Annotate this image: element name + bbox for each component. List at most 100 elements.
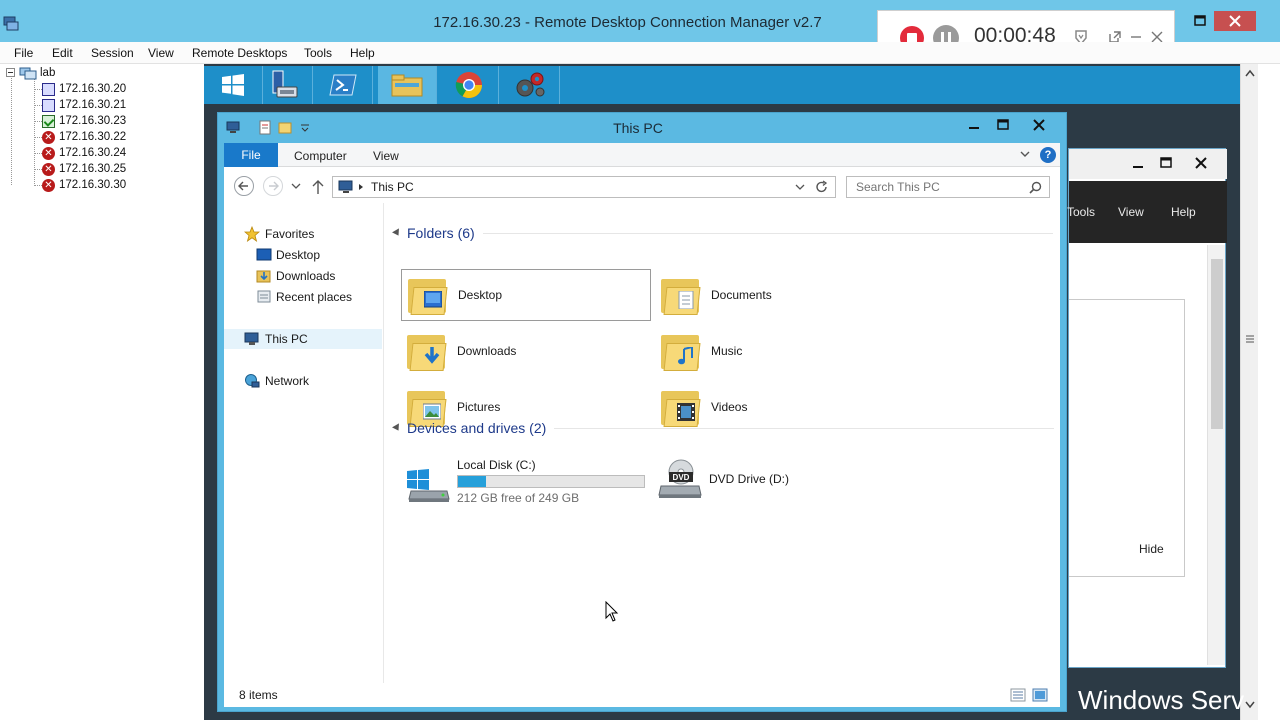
server-ip: 172.16.30.25 xyxy=(59,163,127,175)
refresh-icon[interactable] xyxy=(815,180,829,194)
server-ip: 172.16.30.23 xyxy=(59,115,127,127)
help-icon[interactable]: ? xyxy=(1040,147,1056,163)
search-icon[interactable] xyxy=(1029,181,1042,194)
nav-desktop[interactable]: Desktop xyxy=(256,245,320,265)
explorer-maximize-button[interactable] xyxy=(989,117,1017,135)
ribbon-tab-view[interactable]: View xyxy=(373,149,399,163)
explorer-ribbon: File Computer View ? xyxy=(224,143,1060,167)
error-icon: ✕ xyxy=(42,162,55,176)
dvd-drive-icon: DVD xyxy=(658,459,702,498)
item-count: 8 items xyxy=(239,688,278,702)
up-arrow-icon[interactable] xyxy=(311,179,325,195)
scroll-down-icon[interactable] xyxy=(1244,700,1256,710)
tree-item-server[interactable]: 172.16.30.20 xyxy=(34,81,126,97)
taskbar-powershell-button[interactable] xyxy=(314,66,373,104)
expand-ribbon-icon[interactable] xyxy=(1019,150,1031,160)
error-icon: ✕ xyxy=(42,130,55,144)
nav-network[interactable]: Network xyxy=(244,371,309,391)
monitor-icon xyxy=(42,82,55,96)
search-box[interactable] xyxy=(846,176,1050,198)
minimize-icon[interactable] xyxy=(1131,158,1145,170)
desktop-icon xyxy=(256,248,272,261)
server-ip: 172.16.30.30 xyxy=(59,179,127,191)
menu-view[interactable]: View xyxy=(148,46,174,60)
address-dropdown-icon[interactable] xyxy=(795,184,805,192)
collapse-icon[interactable] xyxy=(6,68,16,78)
devices-group-header[interactable]: Devices and drives (2) xyxy=(392,420,1055,436)
folders-group-header[interactable]: Folders (6) xyxy=(392,225,1053,241)
windows-start-icon xyxy=(222,74,244,96)
taskbar-file-explorer-button[interactable] xyxy=(378,66,437,104)
tree-item-server[interactable]: ✕ 172.16.30.25 xyxy=(34,161,126,177)
explorer-window[interactable]: This PC File Computer View ? This PC Sea… xyxy=(217,112,1067,712)
drive-name: Local Disk (C:) xyxy=(457,458,536,472)
taskbar-server-manager-button[interactable] xyxy=(255,66,313,104)
maximize-icon[interactable] xyxy=(1159,156,1173,170)
nav-this-pc[interactable]: This PC xyxy=(224,329,382,349)
scrollbar-grip-icon[interactable] xyxy=(1245,334,1255,344)
explorer-minimize-button[interactable] xyxy=(960,117,988,135)
background-window-scrollbar[interactable] xyxy=(1207,245,1225,665)
nav-recent-places[interactable]: Recent places xyxy=(256,287,352,307)
forward-button[interactable] xyxy=(263,176,283,196)
tree-group-lab[interactable]: lab xyxy=(6,65,55,81)
hide-button[interactable]: Hide xyxy=(1139,542,1164,556)
folder-tile-desktop[interactable]: Desktop xyxy=(401,269,651,321)
drive-usage-fill xyxy=(458,476,486,487)
address-bar[interactable]: This PC xyxy=(332,176,836,198)
drive-tile-dvd-d[interactable]: DVD DVD Drive (D:) xyxy=(655,458,789,500)
tree-item-server[interactable]: 172.16.30.21 xyxy=(34,97,126,113)
nav-favorites[interactable]: Favorites xyxy=(244,224,314,244)
error-icon: ✕ xyxy=(42,178,55,192)
taskbar-settings-button[interactable] xyxy=(501,66,560,104)
breadcrumb-separator-icon[interactable] xyxy=(358,183,364,191)
rdcman-maximize-button[interactable] xyxy=(1188,13,1212,29)
menu-edit[interactable]: Edit xyxy=(52,46,73,60)
menu-file[interactable]: File xyxy=(14,46,33,60)
folder-tile-music[interactable]: Music xyxy=(655,325,905,377)
back-button[interactable] xyxy=(234,176,254,196)
folder-icon xyxy=(406,273,450,317)
menu-remote-desktops[interactable]: Remote Desktops xyxy=(192,46,287,60)
large-icons-view-icon[interactable] xyxy=(1032,688,1048,702)
taskbar-chrome-button[interactable] xyxy=(440,66,499,104)
drive-tile-local-disk-c[interactable]: Local Disk (C:) 212 GB free of 249 GB xyxy=(403,458,645,505)
document-icon xyxy=(678,291,694,309)
recent-locations-icon[interactable] xyxy=(291,183,301,191)
picture-icon xyxy=(423,403,441,420)
scroll-up-icon[interactable] xyxy=(1244,68,1256,78)
details-view-icon[interactable] xyxy=(1010,688,1026,702)
this-pc-small-icon xyxy=(338,180,353,193)
ribbon-tab-computer[interactable]: Computer xyxy=(294,149,347,163)
ribbon-tab-file[interactable]: File xyxy=(224,143,278,167)
tree-item-server[interactable]: ✕ 172.16.30.30 xyxy=(34,177,126,193)
menu-tools[interactable]: Tools xyxy=(304,46,332,60)
remote-taskbar xyxy=(204,66,1240,104)
menu-help[interactable]: Help xyxy=(350,46,375,60)
back-arrow-icon xyxy=(238,181,248,191)
menu-view[interactable]: View xyxy=(1118,205,1144,219)
folder-icon xyxy=(405,329,449,373)
forward-arrow-icon xyxy=(269,181,279,191)
menu-help[interactable]: Help xyxy=(1171,205,1196,219)
menu-session[interactable]: Session xyxy=(91,46,134,60)
folder-tile-documents[interactable]: Documents xyxy=(655,269,905,321)
star-icon xyxy=(244,226,260,242)
tree-item-server[interactable]: ✕ 172.16.30.24 xyxy=(34,145,126,161)
tree-item-server-active[interactable]: 172.16.30.23 xyxy=(34,113,126,129)
tree-item-server[interactable]: ✕ 172.16.30.22 xyxy=(34,129,126,145)
explorer-close-button[interactable] xyxy=(1020,115,1058,135)
error-icon: ✕ xyxy=(42,146,55,160)
menu-tools[interactable]: Tools xyxy=(1067,205,1095,219)
search-input[interactable] xyxy=(856,180,1026,194)
minimize-icon xyxy=(969,127,979,129)
folder-tile-downloads[interactable]: Downloads xyxy=(401,325,651,377)
download-arrow-icon xyxy=(424,347,440,364)
rdcman-vertical-scrollbar[interactable] xyxy=(1240,64,1258,720)
rdcman-close-button[interactable] xyxy=(1214,11,1256,31)
background-remote-window[interactable]: Tools View Help Hide xyxy=(1067,148,1227,668)
recent-places-icon xyxy=(257,290,271,303)
scrollbar-thumb[interactable] xyxy=(1211,259,1223,429)
close-icon[interactable] xyxy=(1194,156,1208,170)
nav-downloads[interactable]: Downloads xyxy=(256,266,335,286)
